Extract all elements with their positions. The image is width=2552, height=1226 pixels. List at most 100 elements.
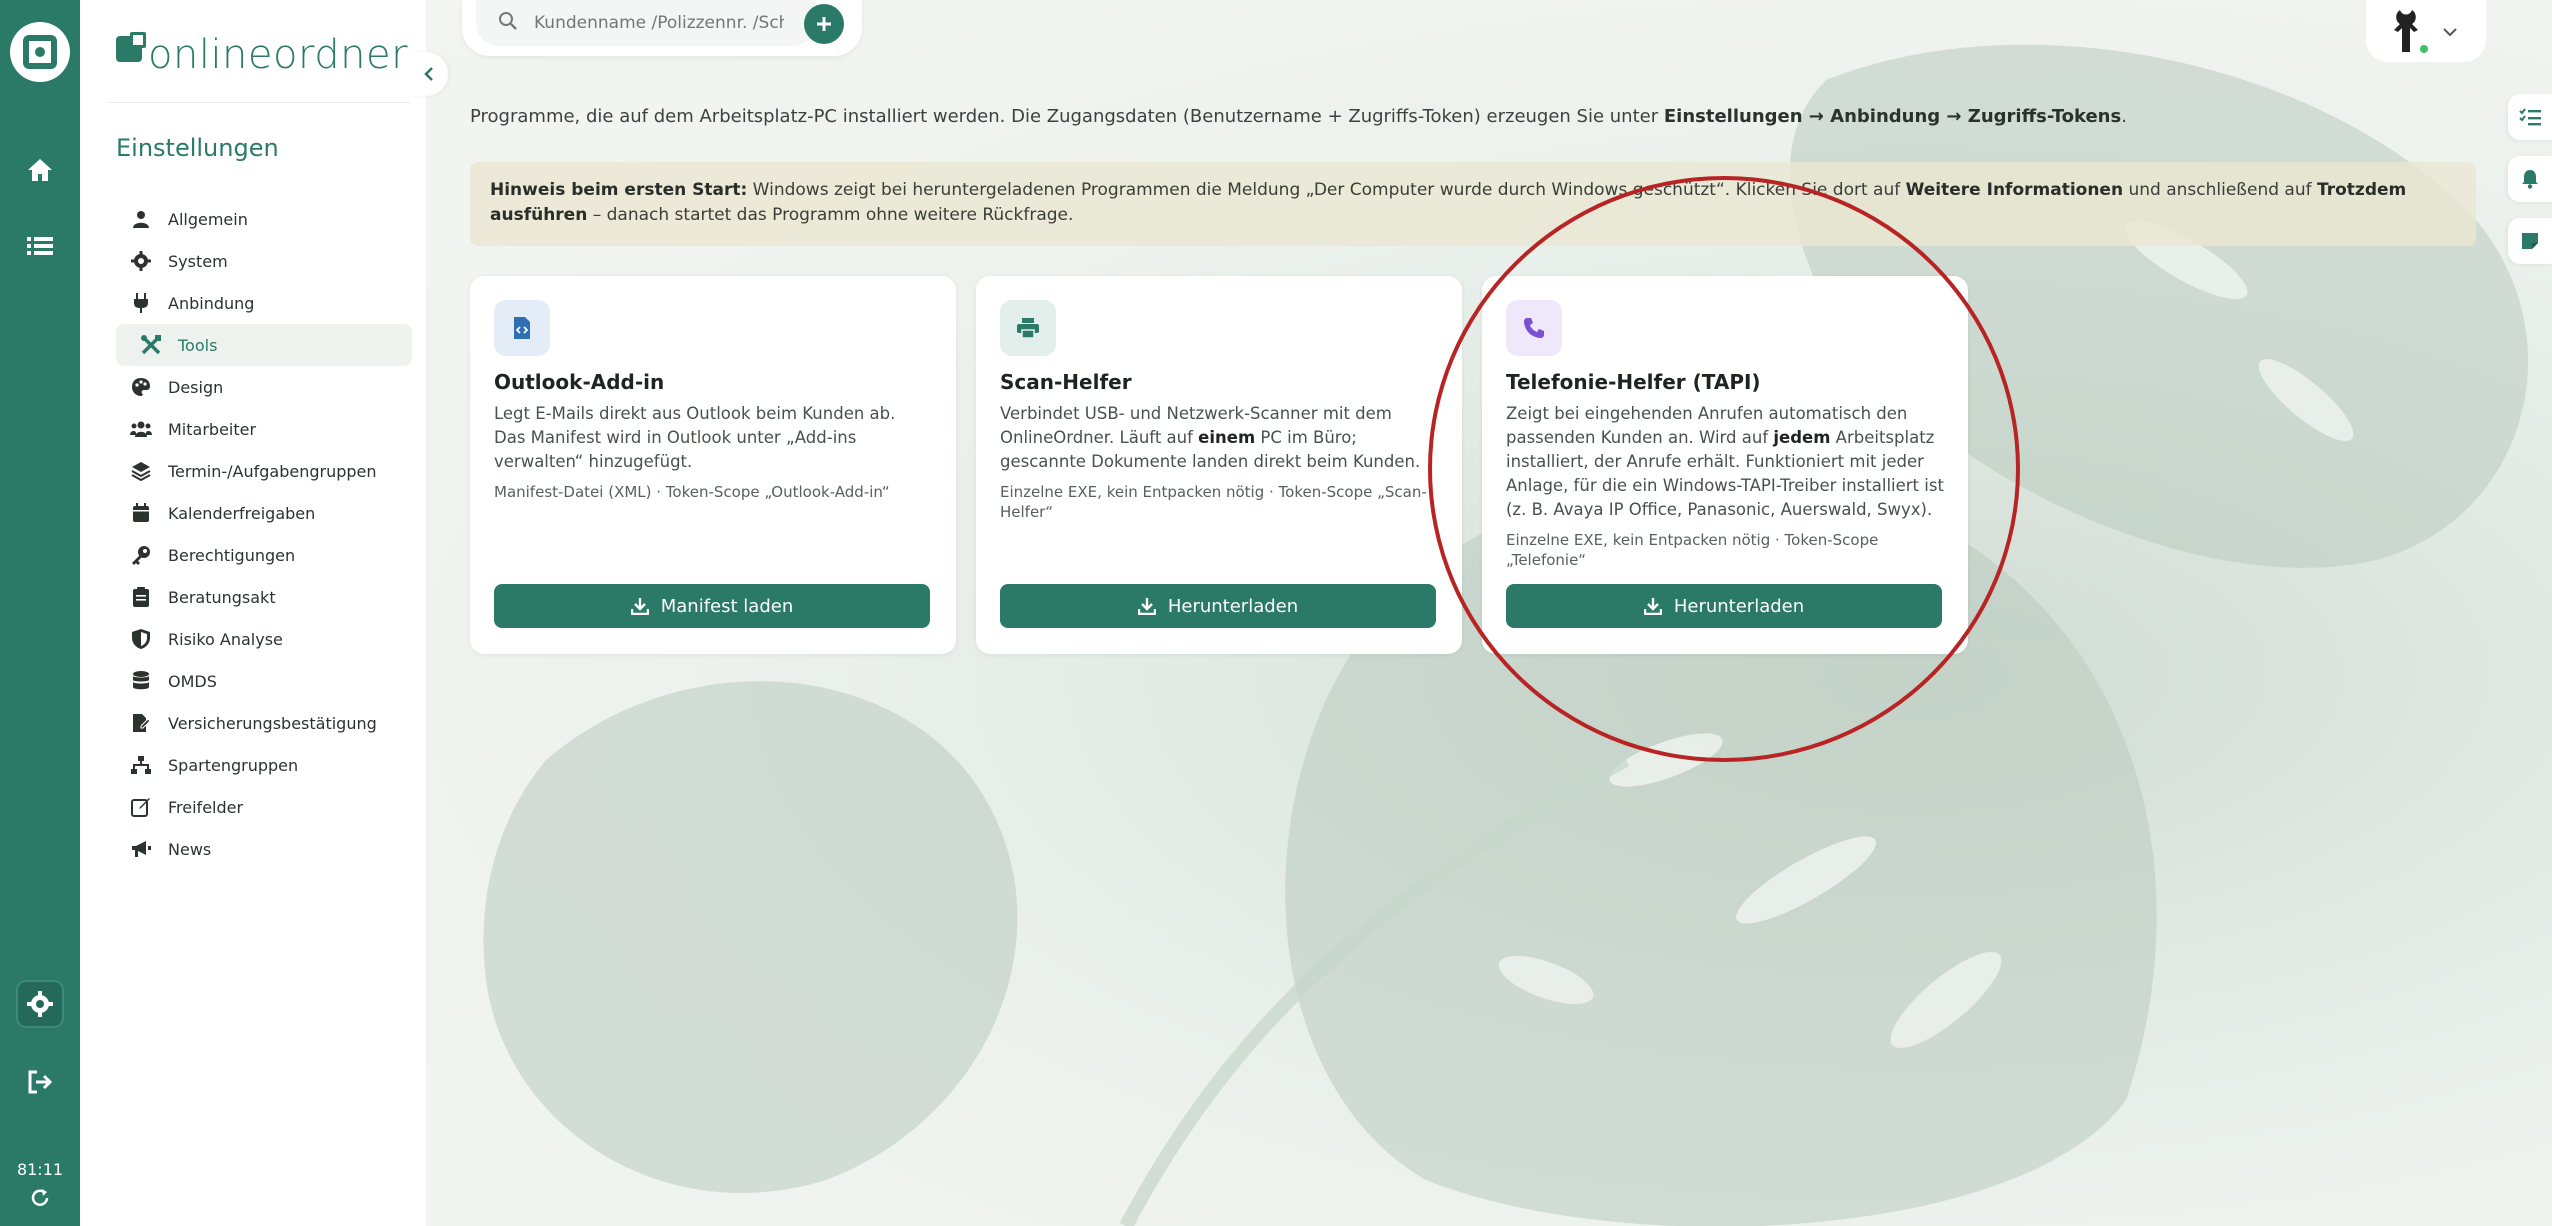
right-quick-tabs — [2508, 94, 2552, 280]
app-logo-icon[interactable] — [10, 22, 70, 82]
hint-text: – danach startet das Programm ohne weite… — [587, 205, 1074, 225]
sidebar-item-label: Berechtigungen — [168, 545, 296, 565]
file-signature-icon — [130, 712, 152, 734]
key-icon — [130, 544, 152, 566]
avatar[interactable] — [2380, 5, 2432, 57]
sidebar-item-label: Termin-/Aufgabengruppen — [168, 461, 377, 481]
users-icon — [130, 418, 152, 440]
desc-bold: jedem — [1773, 428, 1831, 447]
bell-icon[interactable] — [2508, 156, 2552, 202]
card-meta: Manifest-Datei (XML) · Token-Scope „Outl… — [494, 483, 890, 501]
search-bar — [462, 0, 862, 56]
settings-title: Einstellungen — [116, 134, 279, 162]
sidebar-item-label: Kalenderfreigaben — [168, 503, 316, 523]
sidebar-item-kalenderfreigaben[interactable]: Kalenderfreigaben — [116, 492, 412, 534]
card-title: Scan-Helfer — [1000, 370, 1132, 394]
sidebar-item-label: Mitarbeiter — [168, 419, 257, 439]
sidebar-item-label: System — [168, 251, 228, 271]
sidebar-item-termin-aufgabengruppen[interactable]: Termin-/Aufgabengruppen — [116, 450, 412, 492]
online-status-indicator — [2418, 43, 2430, 55]
sidebar-item-tools[interactable]: Tools — [116, 324, 412, 366]
hint-bold: Weitere Informationen — [1905, 180, 2124, 200]
manifest-download-button[interactable]: Manifest laden — [494, 584, 930, 628]
brand-text: onlineordner — [148, 32, 409, 78]
app-rail: 81:11 — [0, 0, 80, 1226]
sidebar-item-mitarbeiter[interactable]: Mitarbeiter — [116, 408, 412, 450]
brand-mark-icon — [116, 32, 146, 62]
logout-icon[interactable] — [16, 1058, 64, 1106]
sidebar-item-spartengruppen[interactable]: Spartengruppen — [116, 744, 412, 786]
palette-icon — [130, 376, 152, 398]
sidebar-item-label: News — [168, 839, 212, 859]
refresh-icon[interactable] — [16, 1176, 64, 1220]
note-icon[interactable] — [2508, 218, 2552, 264]
sitemap-icon — [130, 754, 152, 776]
sidebar-item-freifelder[interactable]: Freifelder — [116, 786, 412, 828]
sidebar-item-allgemein[interactable]: Allgemein — [116, 198, 412, 240]
sidebar-item-risiko-analyse[interactable]: Risiko Analyse — [116, 618, 412, 660]
sidebar-item-design[interactable]: Design — [116, 366, 412, 408]
card-meta: Einzelne EXE, kein Entpacken nötig · Tok… — [1506, 531, 1879, 569]
calendar-icon — [130, 502, 152, 524]
settings-menu: Allgemein System Anbindung Tools Design … — [116, 198, 412, 870]
sidebar-item-beratungsakt[interactable]: Beratungsakt — [116, 576, 412, 618]
sidebar-item-label: Anbindung — [168, 293, 255, 313]
search-input[interactable] — [534, 13, 784, 33]
sidebar-item-omds[interactable]: OMDS — [116, 660, 412, 702]
settings-sidebar: onlineordner Einstellungen Allgemein Sys… — [80, 0, 426, 1226]
list-icon[interactable] — [16, 222, 64, 270]
tasks-checklist-icon[interactable] — [2508, 94, 2552, 140]
brand-logo[interactable]: onlineordner — [116, 32, 408, 78]
intro-prefix: Programme, die auf dem Arbeitsplatz-PC i… — [470, 106, 1664, 127]
card-title: Telefonie-Helfer (TAPI) — [1506, 370, 1761, 394]
button-label: Herunterladen — [1673, 595, 1805, 617]
sidebar-item-label: Beratungsakt — [168, 587, 276, 607]
plus-icon — [817, 17, 831, 31]
hint-lead: Hinweis beim ersten Start: — [490, 180, 748, 200]
button-label: Manifest laden — [660, 595, 794, 617]
tool-card-outlook-add-in: Outlook-Add-in Legt E-Mails direkt aus O… — [470, 276, 956, 654]
intro-text: Programme, die auf dem Arbeitsplatz-PC i… — [470, 106, 2470, 127]
sidebar-item-anbindung[interactable]: Anbindung — [116, 282, 412, 324]
tool-card-scan-helfer: Scan-Helfer Verbindet USB- und Netzwerk-… — [976, 276, 1462, 654]
shield-icon — [130, 628, 152, 650]
first-start-hint: Hinweis beim ersten Start: Windows zeigt… — [470, 162, 2476, 246]
megaphone-icon — [130, 838, 152, 860]
intro-suffix: . — [2121, 106, 2127, 127]
card-description: Verbindet USB- und Netzwerk-Scanner mit … — [1000, 402, 1438, 474]
sidebar-item-label: Freifelder — [168, 797, 244, 817]
sidebar-item-berechtigungen[interactable]: Berechtigungen — [116, 534, 412, 576]
card-description: Legt E-Mails direkt aus Outlook beim Kun… — [494, 404, 896, 471]
button-label: Herunterladen — [1167, 595, 1299, 617]
settings-gear-icon[interactable] — [16, 980, 64, 1028]
download-icon — [1137, 597, 1156, 615]
sidebar-item-system[interactable]: System — [116, 240, 412, 282]
profile-menu[interactable] — [2366, 0, 2486, 62]
sidebar-item-news[interactable]: News — [116, 828, 412, 870]
sidebar-item-label: OMDS — [168, 671, 217, 691]
sidebar-item-versicherungsbestaetigung[interactable]: Versicherungsbestätigung — [116, 702, 412, 744]
edit-icon — [130, 796, 152, 818]
card-meta: Einzelne EXE, kein Entpacken nötig · Tok… — [1000, 483, 1427, 521]
sidebar-item-label: Versicherungsbestätigung — [168, 713, 377, 733]
printer-icon — [1000, 300, 1056, 356]
desc-bold: einem — [1198, 428, 1256, 447]
database-icon — [130, 670, 152, 692]
scan-helfer-download-button[interactable]: Herunterladen — [1000, 584, 1436, 628]
tool-card-telefonie-helfer: Telefonie-Helfer (TAPI) Zeigt bei eingeh… — [1482, 276, 1968, 654]
file-code-icon — [494, 300, 550, 356]
intro-settings-path: Einstellungen → Anbindung → Zugriffs-Tok… — [1663, 106, 2122, 127]
divider — [108, 102, 410, 103]
tools-icon — [140, 334, 162, 356]
add-button[interactable] — [804, 4, 844, 44]
home-icon[interactable] — [16, 146, 64, 194]
card-description: Zeigt bei eingehenden Anrufen automatisc… — [1506, 402, 1944, 522]
gear-icon — [130, 250, 152, 272]
sidebar-item-label: Allgemein — [168, 209, 248, 229]
telefonie-helfer-download-button[interactable]: Herunterladen — [1506, 584, 1942, 628]
phone-icon — [1506, 300, 1562, 356]
plug-icon — [130, 292, 152, 314]
card-title: Outlook-Add-in — [494, 370, 665, 394]
download-icon — [630, 597, 649, 615]
chevron-down-icon[interactable] — [2442, 22, 2458, 41]
